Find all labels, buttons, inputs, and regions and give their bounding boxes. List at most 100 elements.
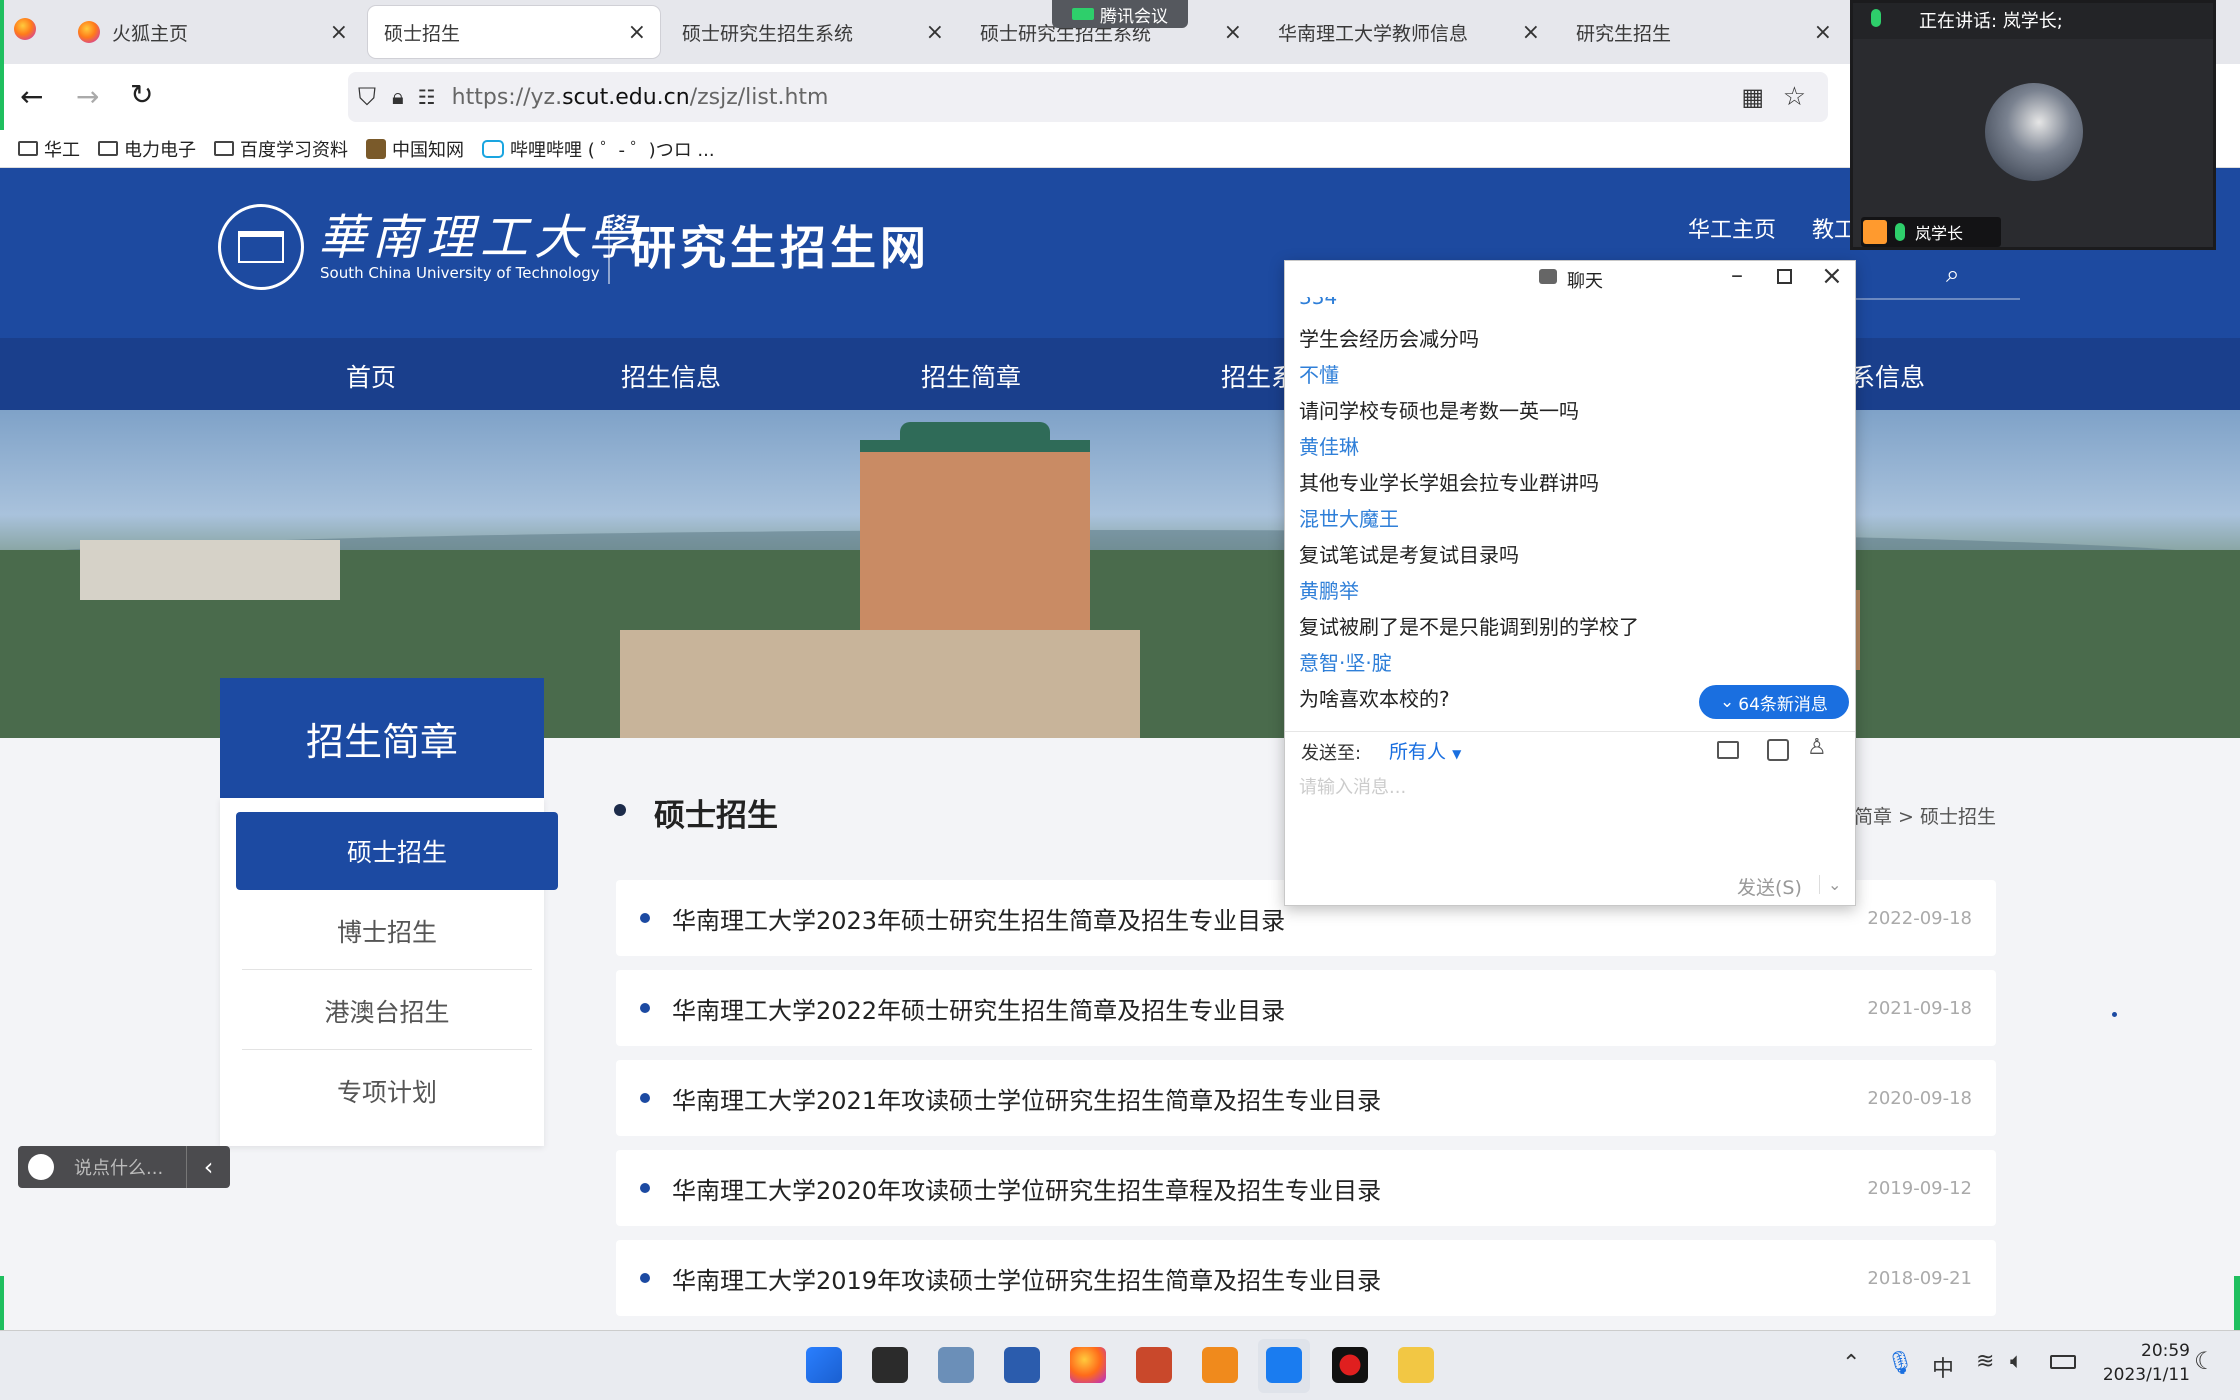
list-item-title[interactable]: 华南理工大学2021年攻读硕士学位研究生招生简章及招生专业目录	[672, 1081, 1867, 1116]
wifi-icon[interactable]: ≋	[1976, 1349, 1994, 1374]
list-item-title[interactable]: 华南理工大学2020年攻读硕士学位研究生招生章程及招生专业目录	[672, 1171, 1867, 1206]
word-icon[interactable]	[1004, 1347, 1040, 1383]
bookmark-label: 百度学习资料	[240, 139, 348, 161]
bilibili-icon	[482, 139, 504, 158]
forward-icon[interactable]: →	[76, 80, 99, 113]
sidebar-item-phd[interactable]: 博士招生	[242, 892, 532, 970]
send-button[interactable]: 发送(S)	[1737, 873, 1802, 900]
nav-admission-info[interactable]: 招生信息	[621, 358, 721, 394]
close-tab-icon[interactable]: ×	[1522, 20, 1540, 45]
tab-firefox-home[interactable]: 火狐主页 ×	[62, 6, 362, 58]
close-tab-icon[interactable]: ×	[628, 20, 646, 45]
section-bullet	[614, 804, 626, 816]
powerpoint-icon[interactable]	[1136, 1347, 1172, 1383]
minimize-icon[interactable]: –	[1731, 261, 1743, 289]
close-icon[interactable]: ×	[1821, 261, 1843, 291]
send-options-chevron-icon[interactable]: ⌄	[1819, 875, 1841, 894]
link-scut-home[interactable]: 华工主页	[1688, 212, 1776, 244]
lock-icon[interactable]: 🔒︎	[392, 85, 404, 110]
danmaku-input[interactable]: 说点什么... ‹	[18, 1146, 230, 1188]
bookmark-baidu-study[interactable]: 百度学习资料	[214, 136, 348, 162]
bookmark-star-icon[interactable]: ☆	[1783, 82, 1806, 112]
collapse-chevron-icon[interactable]: ‹	[186, 1146, 230, 1188]
close-tab-icon[interactable]: ×	[926, 20, 944, 45]
tab-teacher-info[interactable]: 华南理工大学教师信息 ×	[1262, 6, 1554, 58]
clock-date[interactable]: 2023/1/11	[2090, 1365, 2190, 1385]
bookmark-label: 哔哩哔哩 ( ゜- ゜)つロ ...	[510, 139, 715, 161]
nav-contact-info[interactable]: 系信息	[1850, 358, 1925, 394]
recipient-select[interactable]: 所有人 ▼	[1389, 737, 1461, 764]
close-tab-icon[interactable]: ×	[1814, 20, 1832, 45]
list-item-title[interactable]: 华南理工大学2019年攻读硕士学位研究生招生简章及招生专业目录	[672, 1261, 1867, 1296]
tab-master-system-1[interactable]: 硕士研究生招生系统 ×	[666, 6, 958, 58]
list-item-title[interactable]: 华南理工大学2022年硕士研究生招生简章及招生专业目录	[672, 991, 1867, 1026]
close-tab-icon[interactable]: ×	[330, 20, 348, 45]
sidebar-item-master[interactable]: 硕士招生	[236, 812, 558, 890]
list-item-date: 2019-09-12	[1867, 1177, 1972, 1199]
decorative-dot	[2112, 1012, 2117, 1017]
dropdown-arrow-icon: ▼	[1452, 747, 1462, 761]
search-icon[interactable]: ⌕	[1946, 260, 1959, 288]
ime-indicator[interactable]: 中	[1932, 1351, 1954, 1383]
list-item[interactable]: 华南理工大学2021年攻读硕士学位研究生招生简章及招生专业目录 2020-09-1…	[616, 1060, 1996, 1136]
clock-time[interactable]: 20:59	[2110, 1341, 2190, 1361]
list-item[interactable]: 华南理工大学2022年硕士研究生招生简章及招生专业目录 2021-09-18	[616, 970, 1996, 1046]
list-item-date: 2021-09-18	[1867, 997, 1972, 1019]
bookmark-huagong[interactable]: 华工	[18, 136, 80, 162]
tencent-meeting-bar[interactable]: 腾讯会议	[1052, 0, 1188, 28]
emoji-icon[interactable]	[28, 1154, 54, 1180]
address-bar[interactable]: ⛉ 🔒︎ ☷ https://yz.scut.edu.cn/zsjz/list.…	[348, 72, 1828, 122]
notes-app-icon[interactable]	[1202, 1347, 1238, 1383]
tab-label: 华南理工大学教师信息	[1278, 22, 1469, 45]
chat-message-list[interactable]: 334 学生会经历会减分吗 不懂 请问学校专硕也是考数一英一吗 黄佳琳 其他专业…	[1285, 297, 1841, 731]
photos-icon[interactable]	[938, 1347, 974, 1383]
file-explorer-icon[interactable]	[1398, 1347, 1434, 1383]
list-item[interactable]: 华南理工大学2019年攻读硕士学位研究生招生简章及招生专业目录 2018-09-2…	[616, 1240, 1996, 1316]
close-tab-icon[interactable]: ×	[1224, 20, 1242, 45]
maximize-icon[interactable]	[1777, 269, 1792, 284]
site-title: 研究生招生网	[630, 221, 930, 275]
tab-label: 硕士研究生招生系统	[682, 22, 854, 45]
firefox-menu-icon[interactable]	[14, 18, 48, 44]
message-input[interactable]: 请输入消息...	[1299, 773, 1406, 799]
university-seal-icon	[218, 204, 304, 290]
tab-graduate-admission[interactable]: 研究生招生 ×	[1560, 6, 1846, 58]
tencent-meeting-icon[interactable]	[1266, 1347, 1302, 1383]
chat-titlebar[interactable]: 聊天 – ×	[1285, 261, 1855, 297]
bullet	[640, 1183, 650, 1193]
battery-icon[interactable]	[2050, 1355, 2076, 1369]
folder-icon[interactable]	[1717, 741, 1739, 759]
sidebar-title: 招生简章	[220, 678, 544, 798]
windows-start-icon[interactable]	[806, 1347, 842, 1383]
tray-mic-icon[interactable]: 🎙︎	[1886, 1351, 1914, 1376]
building-roof-shape	[900, 422, 1050, 452]
sidebar-item-hk-macao-taiwan[interactable]: 港澳台招生	[242, 972, 532, 1050]
firefox-taskbar-icon[interactable]	[1070, 1347, 1106, 1383]
announcement-icon[interactable]	[1767, 739, 1789, 761]
permissions-icon[interactable]: ☷	[418, 85, 436, 109]
bookmark-bilibili[interactable]: 哔哩哔哩 ( ゜- ゜)つロ ...	[482, 136, 715, 162]
qr-code-icon[interactable]: ▦	[1741, 83, 1764, 111]
chat-message: 请问学校专硕也是考数一英一吗	[1299, 399, 1579, 423]
record-icon[interactable]	[1332, 1347, 1368, 1383]
list-item[interactable]: 华南理工大学2020年攻读硕士学位研究生招生章程及招生专业目录 2019-09-1…	[616, 1150, 1996, 1226]
nav-home[interactable]: 首页	[346, 358, 396, 394]
notification-moon-icon[interactable]: ☾	[2194, 1347, 2216, 1375]
tab-label: 火狐主页	[112, 22, 189, 45]
back-icon[interactable]: ←	[20, 80, 43, 113]
tray-chevron-up-icon[interactable]: ⌃	[1842, 1351, 1860, 1376]
bookmark-cnki[interactable]: 中国知网	[366, 136, 464, 162]
user-settings-icon[interactable]: ♙	[1807, 735, 1827, 760]
reload-icon[interactable]: ↻	[130, 78, 153, 111]
list-item-date: 2020-09-18	[1867, 1087, 1972, 1109]
volume-icon[interactable]: 🔈︎	[2010, 1349, 2023, 1374]
logo-divider	[608, 218, 610, 284]
bookmark-power-electronics[interactable]: 电力电子	[98, 136, 196, 162]
task-view-icon[interactable]	[872, 1347, 908, 1383]
sidebar-item-special-plan[interactable]: 专项计划	[242, 1052, 532, 1130]
sidebar: 硕士招生 博士招生 港澳台招生 专项计划	[220, 798, 558, 1146]
nav-admission-brochure[interactable]: 招生简章	[921, 358, 1021, 394]
tab-master-admission[interactable]: 硕士招生 ×	[368, 6, 660, 58]
new-messages-button[interactable]: ⌄ 64条新消息	[1699, 685, 1849, 719]
shield-icon[interactable]: ⛉	[358, 83, 376, 111]
